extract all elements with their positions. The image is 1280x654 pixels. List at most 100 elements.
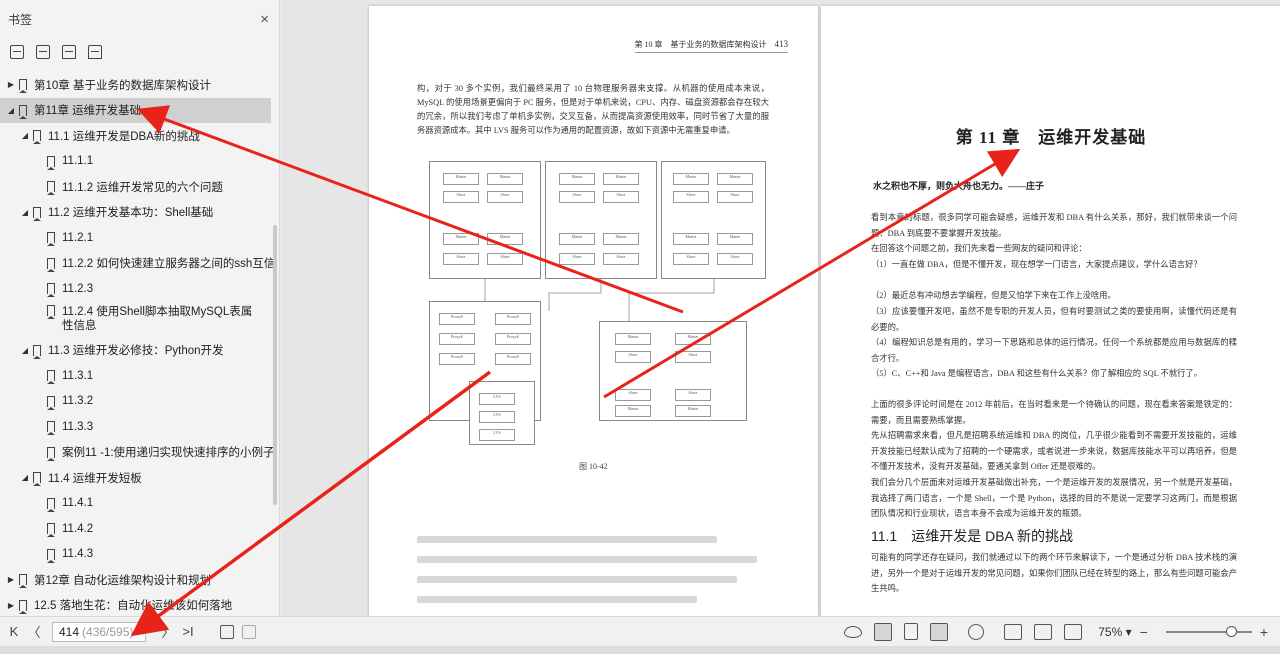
play-icon[interactable] — [968, 623, 985, 640]
collapse-all-icon[interactable] — [36, 45, 50, 59]
taskbar — [0, 646, 1280, 654]
bottom-toolbar: K 〈 414 (436/595) 〉 >I 75% ▾ − + — [0, 616, 1280, 646]
bookmark-item[interactable]: 11.4.1 — [0, 491, 278, 517]
bookmark-label: 11.4 运维开发短板 — [48, 472, 142, 485]
paragraph: （3）应该要懂开发吧，虽然不是专职的开发人员，但有时要测试之类的要使用啊，读懂代… — [871, 307, 1237, 332]
bookmark-icon — [18, 599, 27, 614]
paragraph: （4）编程知识总是有用的，学习一下思路和总体的运行情况，任何一个系统都是应用与数… — [871, 338, 1237, 363]
document-view[interactable]: 第 10 章 基于业务的数据库架构设计 413 构，对于 30 多个实例，我们最… — [281, 0, 1280, 616]
bookmark-item[interactable]: 11.2.2 如何快速建立服务器之间的ssh互信 — [0, 251, 278, 277]
expand-toggle-icon[interactable]: ◢ — [20, 473, 30, 482]
bookmark-icon — [46, 548, 55, 563]
blurred-text — [417, 556, 757, 563]
two-page-view-icon[interactable] — [930, 622, 949, 641]
bookmark-item[interactable]: 11.4.3 — [0, 542, 278, 568]
actual-size-icon[interactable] — [1004, 623, 1023, 640]
figure-connectors — [484, 279, 715, 321]
expand-toggle-icon[interactable]: ◢ — [6, 106, 16, 115]
zoom-slider[interactable] — [1165, 625, 1252, 637]
blurred-text — [417, 596, 697, 603]
expand-toggle-icon[interactable]: ◢ — [20, 208, 30, 217]
last-page-button[interactable]: >I — [178, 624, 198, 639]
bookmark-item[interactable]: ◢ 11.4 运维开发短板 — [0, 465, 278, 491]
bookmark-item[interactable]: ▶ 第10章 基于业务的数据库架构设计 — [0, 72, 278, 98]
bookmark-icon — [46, 497, 55, 512]
bookmark-item[interactable]: ◢ 11.3 运维开发必修技：Python开发 — [0, 338, 278, 364]
continuous-view-icon[interactable] — [904, 623, 919, 640]
expand-toggle-icon[interactable]: ▶ — [6, 80, 16, 89]
bookmarks-sidebar: 书签 × ▶ 第10章 基于业务的数据库架构设计 ◢ 第11章 运维开发基础 ◢ 11.1… — [0, 0, 280, 616]
sidebar-scrollbar[interactable] — [273, 225, 277, 505]
bookmark-icon — [32, 130, 41, 145]
zoom-value: 75% — [1098, 624, 1123, 639]
bookmark-item[interactable]: ▶ 12.5 落地生花：自动化运维该如何落地 — [0, 593, 278, 619]
bookmark-label: 11.4.1 — [62, 497, 94, 510]
bookmark-item[interactable]: 11.4.2 — [0, 516, 278, 542]
bookmark-item[interactable]: ▶ 第12章 自动化运维架构设计和规划 — [0, 567, 278, 593]
bookmark-item[interactable]: ◢ 11.1 运维开发是DBA新的挑战 — [0, 123, 278, 149]
zoom-slider-handle[interactable] — [1225, 625, 1237, 637]
paragraph: 我们会分几个层面来对运维开发基础做出补充，一个是运维开发的发展情况，另一个就是开… — [871, 478, 1237, 518]
zoom-in-icon[interactable]: + — [1260, 624, 1268, 640]
close-icon[interactable]: × — [260, 11, 269, 28]
bookmark-icon — [32, 472, 41, 487]
eye-icon[interactable] — [844, 625, 863, 638]
bookmark-label: 11.1 运维开发是DBA新的挑战 — [48, 130, 200, 143]
paragraph: 看到本章的标题，很多同学可能会疑惑，运维开发和 DBA 有什么关系，那好，我们就… — [871, 213, 1237, 238]
zoom-out-icon[interactable]: − — [1140, 624, 1148, 640]
bookmark-item[interactable]: ◢ 11.2 运维开发基本功：Shell基础 — [0, 200, 278, 226]
next-page-button[interactable]: 〉 — [158, 622, 178, 641]
sidebar-toolbar — [0, 38, 279, 66]
bookmark-item[interactable]: 11.3.1 — [0, 363, 278, 389]
paragraph: （5）C、C++和 Java 是编程语言，DBA 和这些有什么关系？你了解相应的… — [871, 369, 1203, 378]
bookmark-icon — [46, 421, 55, 436]
bookmark-item[interactable]: 11.1.2 运维开发常见的六个问题 — [0, 174, 278, 200]
bookmark-icon — [46, 155, 55, 170]
bookmark-label: 11.3.3 — [62, 420, 94, 433]
bookmark-item[interactable]: 11.1.1 — [0, 149, 278, 175]
bookmark-item[interactable]: 11.2.3 — [0, 276, 278, 302]
bookmark-item[interactable]: 案例11 -1:使用递归实现快速排序的小例子 — [0, 440, 278, 466]
bookmark-icon — [46, 181, 55, 196]
expand-toggle-icon[interactable]: ◢ — [20, 346, 30, 355]
paragraph: 在回答这个问题之前，我们先来看一些网友的疑问和评论： — [871, 244, 1087, 253]
chapter-quote: 水之积也不厚，则负大舟也无力。——庄子 — [873, 181, 1045, 191]
prev-page-button[interactable]: 〈 — [24, 622, 44, 641]
zoom-level-select[interactable]: 75% ▾ — [1098, 625, 1131, 639]
bookmark-icon[interactable] — [88, 45, 102, 59]
bookmark-item[interactable]: 11.2.1 — [0, 225, 278, 251]
bookmark-label: 11.2 运维开发基本功：Shell基础 — [48, 207, 214, 220]
expand-toggle-icon[interactable]: ◢ — [20, 131, 30, 140]
bookmark-icon — [18, 104, 27, 119]
blurred-text — [417, 536, 717, 543]
add-bookmark-icon[interactable] — [62, 45, 76, 59]
bookmark-item[interactable]: 11.3.2 — [0, 389, 278, 415]
current-page: 414 — [59, 624, 80, 639]
bookmark-icon — [46, 395, 55, 410]
bookmark-label: 第10章 基于业务的数据库架构设计 — [34, 79, 211, 92]
expand-toggle-icon[interactable]: ▶ — [6, 575, 16, 584]
bookmark-item[interactable]: ◢ 第11章 运维开发基础 — [0, 97, 271, 123]
forward-icon[interactable] — [242, 624, 256, 639]
bookmark-item[interactable]: 11.2.4 使用Shell脚本抽取MySQL表属性信息 — [0, 302, 278, 338]
bookmark-item[interactable]: 11.3.3 — [0, 414, 278, 440]
page-number-input[interactable]: 414 (436/595) — [52, 621, 146, 642]
page-413: 第 10 章 基于业务的数据库架构设计 413 构，对于 30 多个实例，我们最… — [369, 6, 818, 616]
bookmark-tree: ▶ 第10章 基于业务的数据库架构设计 ◢ 第11章 运维开发基础 ◢ 11.1 运维开发… — [0, 72, 278, 618]
paragraph: 可能有的同学还存在疑问，我们就通过以下的两个环节来解读下，一个是通过分析 DBA… — [871, 553, 1237, 593]
fit-page-icon[interactable] — [1034, 623, 1053, 640]
bookmark-label: 12.5 落地生花：自动化运维该如何落地 — [34, 600, 233, 613]
first-page-button[interactable]: K — [4, 624, 24, 639]
single-page-view-icon[interactable] — [874, 622, 893, 641]
expand-all-icon[interactable] — [10, 45, 24, 59]
paragraph: 上面的很多评论时间是在 2012 年前后，在当时看来是一个待确认的问题，现在看来… — [871, 400, 1237, 425]
bookmark-icon — [18, 574, 27, 589]
bookmark-icon — [18, 79, 27, 94]
chapter-title: 第 11 章 运维开发基础 — [955, 128, 1147, 147]
bookmark-icon — [46, 257, 55, 272]
sidebar-header: 书签 × — [0, 0, 279, 38]
bookmark-icon — [46, 446, 55, 461]
expand-toggle-icon[interactable]: ▶ — [6, 601, 16, 610]
fit-width-icon[interactable] — [1064, 623, 1083, 640]
back-icon[interactable] — [220, 624, 234, 639]
